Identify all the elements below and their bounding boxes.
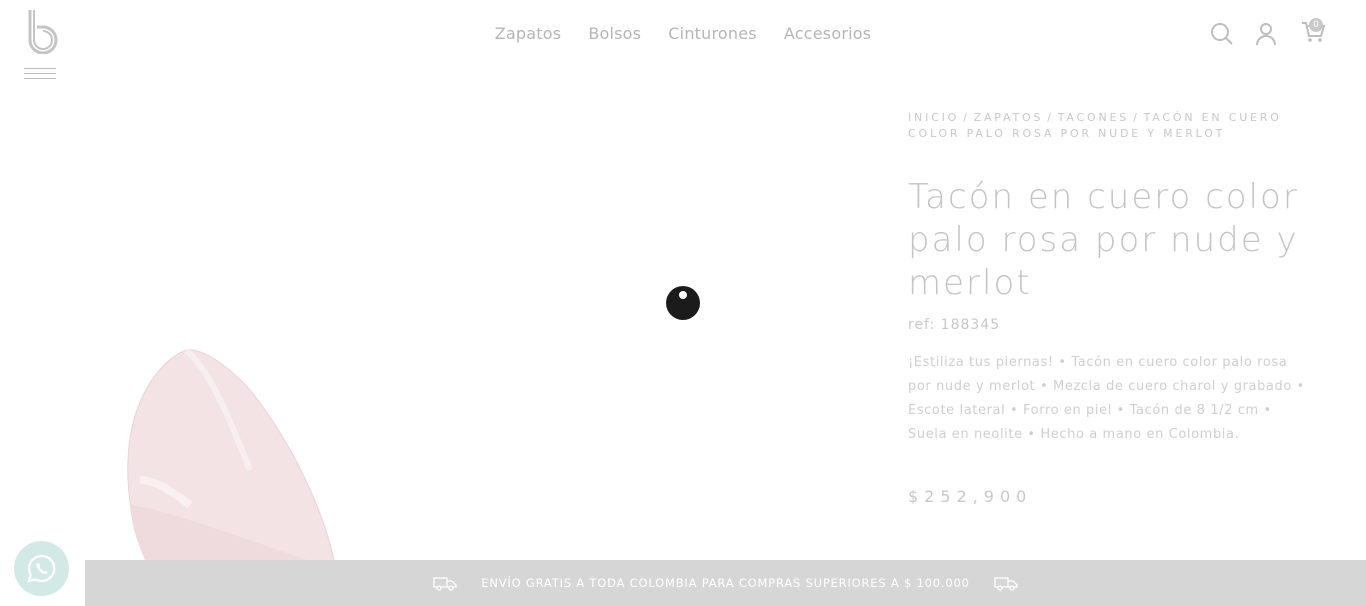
breadcrumb-separator: / xyxy=(963,111,970,124)
whatsapp-button[interactable] xyxy=(14,541,69,596)
nav-item-bolsos[interactable]: Bolsos xyxy=(588,24,641,43)
breadcrumb: INICIO / ZAPATOS / TACONES / TACÓN EN CUERO CO… xyxy=(908,110,1318,142)
product-image[interactable] xyxy=(100,330,360,571)
nav-item-zapatos[interactable]: Zapatos xyxy=(495,24,562,43)
breadcrumb-tacones[interactable]: TACONES xyxy=(1058,111,1129,124)
cart-count-badge: 0 xyxy=(1309,18,1323,32)
truck-icon xyxy=(433,577,457,591)
product-ref: ref: 188345 xyxy=(908,317,1001,333)
user-icon[interactable] xyxy=(1255,22,1277,46)
hamburger-menu-icon[interactable] xyxy=(24,68,56,84)
shipping-text: ENVÍO GRATIS A TODA COLOMBIA PARA COMPRA… xyxy=(481,576,970,590)
truck-icon xyxy=(994,577,1018,591)
shipping-bar: ENVÍO GRATIS A TODA COLOMBIA PARA COMPRA… xyxy=(85,560,1366,606)
search-icon[interactable] xyxy=(1210,22,1234,46)
nav-item-accesorios[interactable]: Accesorios xyxy=(784,24,871,43)
product-description: ¡Estiliza tus piernas! • Tacón en cuero … xyxy=(908,355,1305,442)
page: Zapatos Bolsos Cinturones Accesorios 0 I… xyxy=(0,0,1366,606)
cart-button[interactable]: 0 xyxy=(1300,18,1326,44)
main-nav: Zapatos Bolsos Cinturones Accesorios xyxy=(0,24,1366,43)
whatsapp-icon xyxy=(27,554,56,583)
breadcrumb-separator: / xyxy=(1133,111,1140,124)
breadcrumb-inicio[interactable]: INICIO xyxy=(908,111,959,124)
product-price: $252,900 xyxy=(908,487,1033,506)
breadcrumb-zapatos[interactable]: ZAPATOS xyxy=(974,111,1044,124)
nav-item-cinturones[interactable]: Cinturones xyxy=(668,24,757,43)
loading-spinner-icon xyxy=(666,286,700,320)
product-info: INICIO / ZAPATOS / TACONES / TACÓN EN CUERO CO… xyxy=(908,110,1318,506)
breadcrumb-separator: / xyxy=(1047,111,1054,124)
product-title: Tacón en cuero color palo rosa por nude … xyxy=(908,177,1299,303)
